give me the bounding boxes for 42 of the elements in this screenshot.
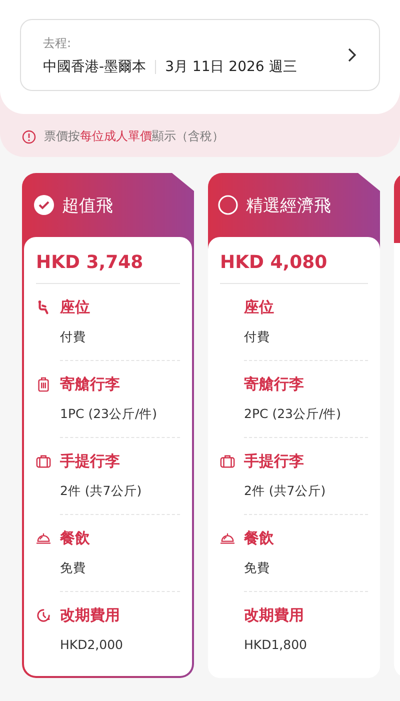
notice-text: 票價按每位成人單價顯示（含稅） [44,128,224,145]
feature-value: 付費 [60,317,180,361]
fare-name: 精選經濟飛 [246,194,331,216]
feature-value: 2件 (共7公斤) [60,471,180,515]
bag-icon [36,454,51,469]
check-circle-icon[interactable] [34,195,54,215]
feature-label: 手提行李 [244,452,305,471]
chevron-right-icon [347,48,357,62]
cloche-icon [36,531,51,546]
radio-circle-icon[interactable] [218,195,238,215]
feature-label: 座位 [60,298,91,317]
feature-label: 改期費用 [244,606,305,625]
feature-value: 免費 [60,548,180,592]
bag-icon [220,454,235,469]
trip-label: 去程: [43,34,72,52]
feature-value: 2件 (共7公斤) [244,471,368,515]
cloche-icon [220,531,235,546]
route-text: 中國香港-墨爾本 [43,58,146,76]
feature-label: 手提行李 [60,452,121,471]
feature-label: 餐飲 [244,529,275,548]
trip-summary-card[interactable]: 去程: 中國香港-墨爾本 3月 11日 2026 週三 [20,19,380,91]
alert-icon [22,130,36,144]
fare-name: 超值飛 [62,194,113,216]
date-text: 3月 11日 2026 週三 [165,58,297,76]
feature-value: 免費 [244,548,368,592]
feature-label: 座位 [244,298,275,317]
fare-card[interactable]: 超值飛 HKD 3,748 座位 付費 寄艙行李 1PC (23公斤/件) 手提行李 2件 (共7公斤) 餐飲 免費 改期費用 HKD2,000 [22,173,194,678]
feature-label: 寄艙行李 [244,375,305,394]
feature-label: 寄艙行李 [60,375,121,394]
seat-icon [36,300,51,315]
feature-value: HKD1,800 [244,636,308,654]
fare-price: HKD 3,748 [36,237,180,284]
feature-value: 2PC (23公斤/件) [244,394,368,438]
feature-label: 改期費用 [60,606,121,625]
feature-label: 餐飲 [60,529,91,548]
fare-price: HKD 4,080 [220,237,368,284]
feature-value: 付費 [244,317,368,361]
feature-value: 1PC (23公斤/件) [60,394,180,438]
fare-card[interactable]: 精選經濟飛 HKD 4,080 座位 付費 寄艙行李 2PC (23公斤/件) 手提行李 2件 (共7公斤) 餐飲 免費 改期費用 HKD1,800 [208,173,380,678]
clock-icon [36,608,51,623]
feature-value: HKD2,000 [60,636,124,654]
suitcase-icon [36,377,51,392]
